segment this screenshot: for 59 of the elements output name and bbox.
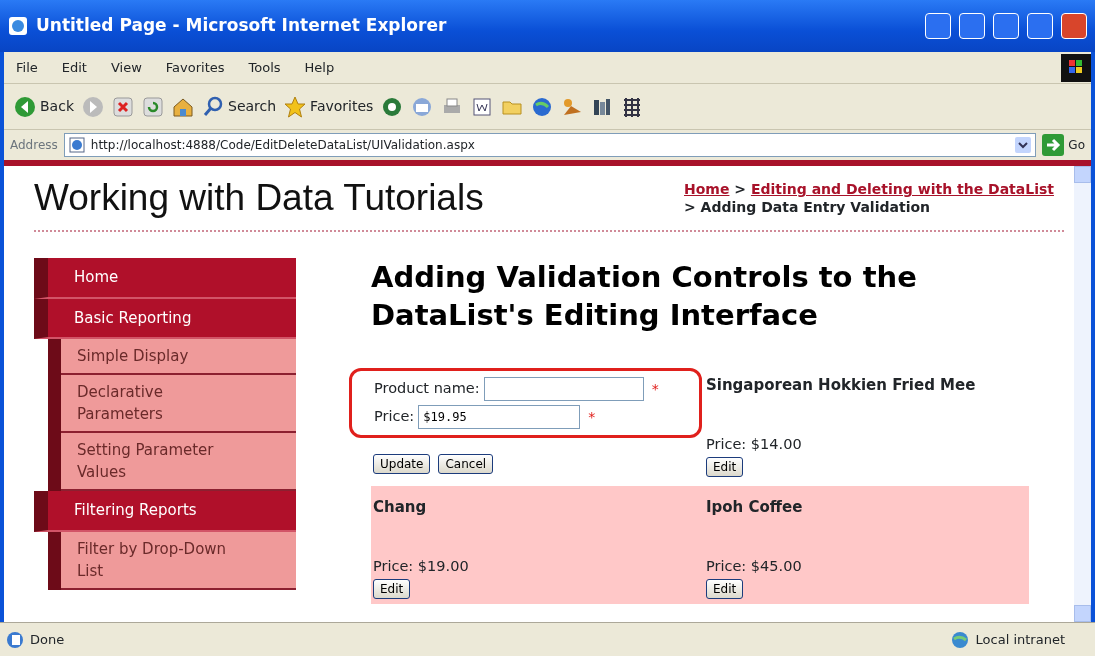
go-button[interactable]: Go [1042, 134, 1085, 156]
edit-button[interactable]: Edit [706, 578, 744, 599]
network-globe-icon [949, 630, 970, 649]
close-button[interactable] [1061, 13, 1087, 39]
field-label: Product name: [374, 379, 480, 399]
windows-logo-icon [1061, 53, 1091, 82]
product-name-field[interactable] [483, 377, 644, 401]
edit-button[interactable]: Edit [373, 578, 411, 599]
back-icon [14, 95, 36, 118]
globe-icon[interactable] [531, 95, 554, 118]
document-icon[interactable] [471, 95, 494, 118]
sidebar-item[interactable]: Home [34, 258, 296, 299]
price-field[interactable]: $19.95 [418, 405, 581, 429]
address-field[interactable]: http://localhost:4888/Code/EditDeleteDataList/UIValidation.aspx [63, 133, 1037, 157]
product-name: Ipoh Coffee [706, 497, 804, 518]
search-icon [202, 95, 224, 118]
required-marker: * [588, 407, 596, 427]
refresh-icon[interactable] [142, 95, 164, 118]
minimize-button[interactable] [993, 13, 1019, 39]
product-name: Chang [373, 497, 428, 518]
search-button[interactable]: Search [202, 95, 277, 118]
sidebar-item[interactable]: Basic Reporting [34, 298, 296, 339]
sidebar-subitem[interactable]: Declarative Parameters [61, 375, 296, 433]
required-marker: * [651, 379, 659, 399]
menu-item[interactable]: File [4, 57, 50, 78]
sidebar-subitem[interactable]: Filter by Drop-Down List [61, 531, 296, 590]
menu-item[interactable]: Help [292, 57, 347, 78]
breadcrumb-link[interactable]: Home [684, 181, 730, 197]
breadcrumb-link[interactable]: Editing and Deleting with the DataList [750, 181, 1054, 197]
edit-button[interactable]: Edit [706, 456, 744, 477]
sidebar-subitem[interactable]: Setting Parameter Values [61, 433, 296, 491]
menu-item[interactable]: Edit [49, 57, 99, 78]
maximize-button[interactable] [1027, 13, 1053, 39]
stop-icon[interactable] [112, 95, 134, 118]
page-heading: Adding Validation Controls to the DataList's Editing Interface [371, 259, 918, 334]
menu-item[interactable]: Favorites [153, 57, 237, 78]
restore-button[interactable] [959, 13, 985, 39]
breadcrumb: Home > Editing and Deleting with the DataList > Adding Data Entry Validation [684, 180, 1055, 216]
product-price: Price: $19.00 [373, 557, 470, 576]
menu-item[interactable]: View [98, 57, 154, 78]
security-zone: Local intranet [975, 630, 1065, 649]
menu-item[interactable]: Tools [236, 57, 293, 78]
product-name: Singaporean Hokkien Fried Mee [706, 375, 977, 396]
update-button[interactable]: Update [373, 454, 431, 474]
sidebar-subitem[interactable]: Simple Display [61, 339, 296, 375]
product-price: Price: $14.00 [706, 435, 803, 454]
status-text: Done [30, 630, 66, 649]
field-label: Price: [374, 407, 415, 427]
back-button[interactable]: Back [14, 95, 74, 118]
cancel-button[interactable]: Cancel [438, 454, 494, 474]
star-button[interactable]: Favorites [284, 95, 374, 118]
product-price: Price: $45.00 [706, 557, 803, 576]
window-title: Untitled Page - Microsoft Internet Explorer [36, 14, 448, 38]
sidebar-item[interactable]: Filtering Reports [34, 491, 296, 532]
browser-icon [8, 16, 28, 36]
scrollbar[interactable] [1074, 166, 1091, 622]
star-icon [284, 95, 307, 118]
address-label: Address [10, 137, 58, 154]
site-title: Working with Data Tutorials [34, 176, 484, 221]
